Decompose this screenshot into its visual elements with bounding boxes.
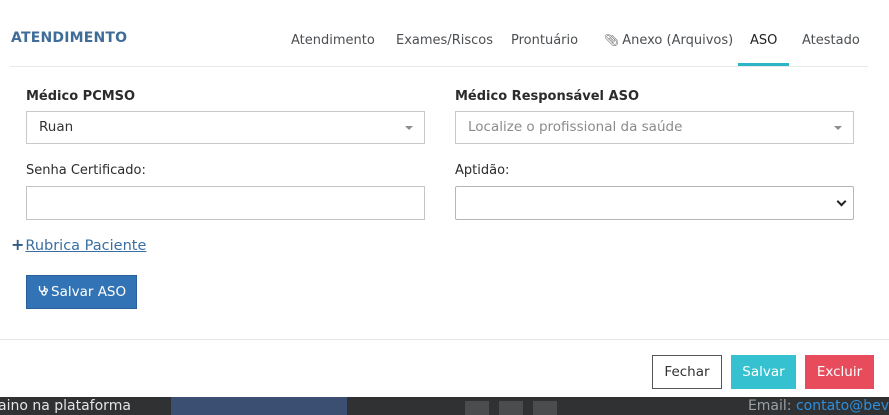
- stethoscope-icon: [38, 277, 49, 309]
- tab-anexo-label: Anexo (Arquivos): [622, 33, 734, 48]
- background-left-text: aino na plataforma: [0, 398, 131, 414]
- medico-responsavel-placeholder: Localize o profissional da saúde: [468, 119, 683, 135]
- aptidao-label: Aptidão:: [455, 163, 510, 178]
- medico-pcmso-value: Ruan: [39, 119, 74, 135]
- senha-certificado-input[interactable]: [26, 186, 425, 220]
- tab-exames-riscos[interactable]: Exames/Riscos: [396, 33, 493, 48]
- salvar-aso-label: Salvar ASO: [51, 284, 127, 300]
- background-email-text: Email: contato@bev: [747, 398, 889, 414]
- aptidao-select[interactable]: [455, 186, 854, 220]
- medico-responsavel-label: Médico Responsável ASO: [455, 89, 639, 104]
- background-icons: [465, 397, 558, 415]
- caret-down-icon: [834, 126, 842, 130]
- tab-atestado[interactable]: Atestado: [802, 33, 860, 48]
- background-page-strip: aino na plataforma Email: contato@bev: [0, 397, 889, 415]
- medico-responsavel-select[interactable]: Localize o profissional da saúde: [455, 111, 854, 144]
- medico-pcmso-label: Médico PCMSO: [26, 89, 136, 104]
- rubrica-paciente-label: Rubrica Paciente: [25, 238, 147, 254]
- atendimento-modal: ATENDIMENTO Atendimento Exames/Riscos Pr…: [0, 0, 889, 397]
- tab-aso[interactable]: ASO: [750, 33, 777, 48]
- header-divider: [10, 66, 868, 67]
- tab-atendimento[interactable]: Atendimento: [291, 33, 375, 48]
- background-square: [533, 401, 557, 415]
- chevron-down-icon: [836, 196, 847, 207]
- excluir-button[interactable]: Excluir: [805, 355, 874, 389]
- medico-pcmso-select[interactable]: Ruan: [26, 111, 425, 144]
- tab-anexo[interactable]: 📎︎ Anexo (Arquivos): [604, 33, 733, 48]
- modal-title: ATENDIMENTO: [11, 30, 128, 46]
- background-square: [499, 401, 523, 415]
- tab-prontuario[interactable]: Prontuário: [511, 33, 578, 48]
- footer-divider: [0, 339, 889, 340]
- caret-down-icon: [405, 126, 413, 130]
- salvar-aso-button[interactable]: Salvar ASO: [26, 275, 137, 309]
- background-square: [465, 401, 489, 415]
- rubrica-paciente-link[interactable]: +Rubrica Paciente: [11, 235, 146, 254]
- senha-certificado-label: Senha Certificado:: [26, 163, 146, 178]
- salvar-button[interactable]: Salvar: [731, 355, 796, 389]
- plus-icon: +: [11, 235, 25, 254]
- background-button: [171, 397, 347, 415]
- paperclip-icon: 📎︎: [604, 33, 620, 47]
- fechar-button[interactable]: Fechar: [652, 355, 722, 389]
